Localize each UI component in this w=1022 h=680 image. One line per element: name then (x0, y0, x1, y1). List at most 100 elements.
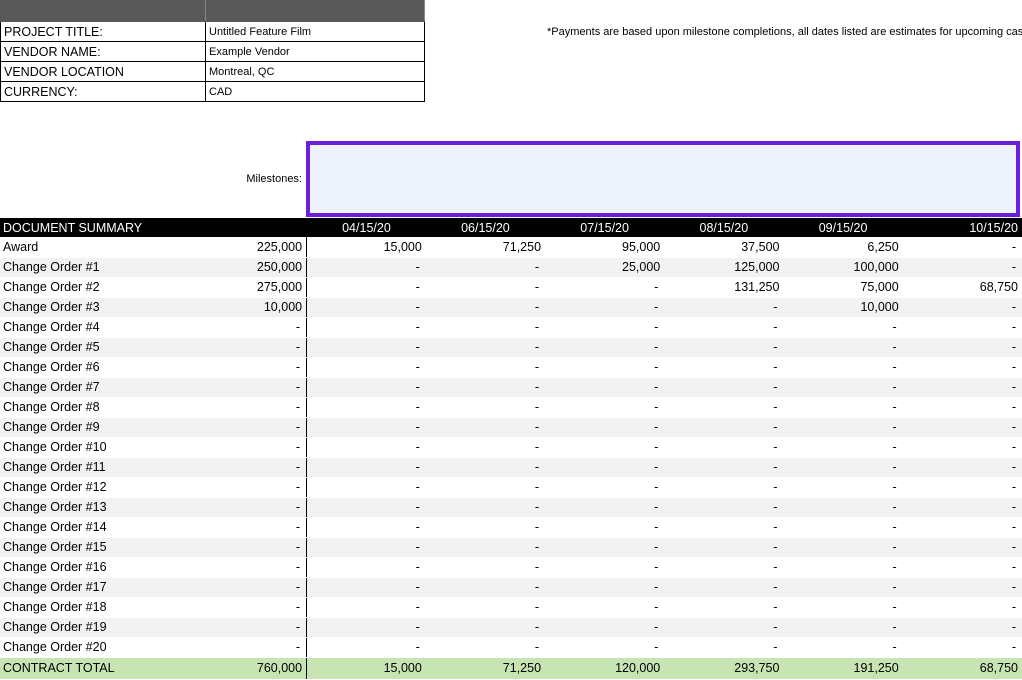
milestone-cell[interactable]: - (425, 597, 546, 618)
row-label[interactable]: Change Order #18 (0, 597, 201, 618)
milestone-cell[interactable]: - (545, 297, 665, 318)
milestone-total[interactable]: 15,000 (306, 657, 426, 679)
milestone-cell[interactable]: - (783, 317, 903, 338)
milestones-selected-cell[interactable] (306, 141, 1020, 217)
milestone-cell[interactable]: - (545, 517, 665, 538)
milestone-cell[interactable]: - (425, 457, 546, 478)
milestone-cell[interactable]: - (783, 337, 903, 358)
row-total[interactable]: - (200, 617, 308, 638)
milestone-cell[interactable]: - (664, 397, 784, 418)
milestone-cell[interactable]: - (425, 437, 546, 458)
milestone-total[interactable]: 68,750 (902, 657, 1022, 679)
vendor-name-label[interactable]: VENDOR NAME: (0, 41, 206, 62)
row-total[interactable]: 10,000 (200, 297, 308, 318)
milestone-cell[interactable]: - (902, 497, 1022, 518)
milestone-cell[interactable]: - (545, 377, 665, 398)
milestone-cell[interactable]: - (783, 577, 903, 598)
milestone-cell[interactable]: - (545, 537, 665, 558)
milestone-cell[interactable]: - (425, 397, 546, 418)
milestone-total[interactable]: 191,250 (783, 657, 903, 679)
milestone-cell[interactable]: - (306, 597, 426, 618)
milestone-cell[interactable]: - (545, 397, 665, 418)
milestone-date[interactable]: 09/15/20 (783, 218, 903, 237)
row-label[interactable]: Change Order #20 (0, 637, 201, 658)
milestone-cell[interactable]: 100,000 (783, 257, 903, 278)
milestone-cell[interactable]: - (306, 357, 426, 378)
milestone-cell[interactable]: - (902, 577, 1022, 598)
milestone-cell[interactable]: - (425, 317, 546, 338)
milestone-cell[interactable]: - (425, 277, 546, 298)
row-label[interactable]: Change Order #9 (0, 417, 201, 438)
row-total[interactable]: - (200, 517, 308, 538)
milestone-cell[interactable]: - (306, 277, 426, 298)
milestone-cell[interactable]: - (902, 377, 1022, 398)
milestone-cell[interactable]: - (783, 557, 903, 578)
row-label[interactable]: Change Order #16 (0, 557, 201, 578)
milestone-cell[interactable]: 15,000 (306, 237, 426, 258)
milestone-cell[interactable]: - (425, 417, 546, 438)
milestone-cell[interactable]: 37,500 (664, 237, 784, 258)
milestone-date[interactable]: 04/15/20 (306, 218, 426, 237)
row-label[interactable]: Change Order #7 (0, 377, 201, 398)
milestone-date[interactable]: 06/15/20 (425, 218, 546, 237)
milestone-cell[interactable]: - (306, 437, 426, 458)
row-total[interactable]: - (200, 557, 308, 578)
row-total[interactable]: - (200, 397, 308, 418)
currency-value[interactable]: CAD (205, 81, 425, 102)
milestone-cell[interactable]: - (545, 357, 665, 378)
milestone-cell[interactable]: 125,000 (664, 257, 784, 278)
row-total[interactable]: - (200, 497, 308, 518)
milestone-cell[interactable]: - (545, 597, 665, 618)
milestone-total[interactable]: 293,750 (664, 657, 784, 679)
milestone-cell[interactable]: - (425, 337, 546, 358)
milestone-cell[interactable]: - (902, 617, 1022, 638)
milestone-cell[interactable]: - (306, 637, 426, 658)
milestone-date[interactable]: 08/15/20 (664, 218, 784, 237)
milestone-cell[interactable]: - (783, 497, 903, 518)
milestone-cell[interactable]: - (664, 357, 784, 378)
row-total[interactable]: - (200, 417, 308, 438)
milestones-label[interactable]: Milestones: (200, 173, 302, 185)
milestone-cell[interactable]: 131,250 (664, 277, 784, 298)
row-label[interactable]: Change Order #1 (0, 257, 201, 278)
row-total[interactable]: 225,000 (200, 237, 308, 258)
info-header-cell[interactable] (205, 0, 425, 22)
row-label[interactable]: Award (0, 237, 201, 258)
milestone-cell[interactable]: - (783, 617, 903, 638)
vendor-location-label[interactable]: VENDOR LOCATION (0, 61, 206, 82)
milestone-cell[interactable]: - (664, 457, 784, 478)
row-total[interactable]: - (200, 357, 308, 378)
vendor-location-value[interactable]: Montreal, QC (205, 61, 425, 82)
milestone-cell[interactable]: - (425, 557, 546, 578)
milestone-cell[interactable]: - (425, 377, 546, 398)
payment-note[interactable]: *Payments are based upon milestone compl… (547, 26, 1022, 38)
milestone-cell[interactable]: - (664, 317, 784, 338)
milestone-cell[interactable]: - (306, 497, 426, 518)
milestone-cell[interactable]: - (664, 477, 784, 498)
milestone-cell[interactable]: - (783, 637, 903, 658)
milestone-cell[interactable]: - (783, 517, 903, 538)
row-label[interactable]: Change Order #14 (0, 517, 201, 538)
milestone-cell[interactable]: - (306, 477, 426, 498)
milestone-cell[interactable]: - (306, 457, 426, 478)
milestone-cell[interactable]: - (545, 317, 665, 338)
milestone-cell[interactable]: - (425, 537, 546, 558)
milestone-cell[interactable]: - (425, 477, 546, 498)
milestone-cell[interactable]: - (783, 417, 903, 438)
milestone-cell[interactable]: - (783, 357, 903, 378)
milestone-cell[interactable]: - (545, 557, 665, 578)
milestone-cell[interactable]: - (664, 497, 784, 518)
milestone-cell[interactable]: - (664, 537, 784, 558)
row-label[interactable]: Change Order #11 (0, 457, 201, 478)
milestone-total[interactable]: 71,250 (425, 657, 546, 679)
currency-label[interactable]: CURRENCY: (0, 81, 206, 102)
milestone-cell[interactable]: - (902, 517, 1022, 538)
milestone-cell[interactable]: - (902, 357, 1022, 378)
milestone-cell[interactable]: - (664, 617, 784, 638)
milestone-cell[interactable]: - (425, 517, 546, 538)
row-label[interactable]: Change Order #12 (0, 477, 201, 498)
milestone-cell[interactable]: - (425, 297, 546, 318)
milestone-cell[interactable]: - (902, 237, 1022, 258)
row-total[interactable]: - (200, 597, 308, 618)
row-total[interactable]: - (200, 537, 308, 558)
